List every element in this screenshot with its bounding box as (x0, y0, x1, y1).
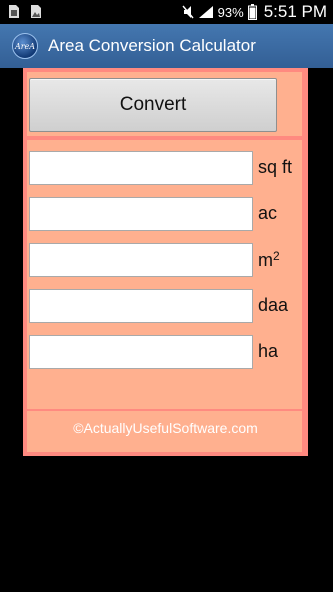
app-logo-text: AreA (14, 41, 36, 51)
convert-button-label: Convert (119, 94, 187, 115)
image-icon (31, 5, 41, 18)
mute-icon (182, 5, 194, 19)
acre-input[interactable] (29, 197, 253, 231)
decare-unit-label: daa (258, 295, 289, 315)
website-link[interactable]: ©ActuallyUsefulSoftware.com (23, 420, 308, 444)
square-meter-input[interactable] (29, 243, 253, 277)
convert-button[interactable]: Convert (29, 78, 277, 132)
sq-ft-unit-label: sq ft (258, 157, 293, 177)
decare-input[interactable] (29, 289, 253, 323)
signal-icon (198, 6, 213, 18)
square-meter-unit-label: m2 (258, 249, 280, 271)
hectare-input[interactable] (29, 335, 253, 369)
status-bar: 93% 5:51 PM (0, 0, 333, 24)
app-title: Area Conversion Calculator (48, 36, 256, 55)
hectare-unit-label: ha (258, 341, 279, 361)
action-bar: AreA Area Conversion Calculator (0, 24, 333, 68)
battery-icon (247, 4, 257, 20)
status-time: 5:51 PM (263, 2, 327, 21)
acre-unit-label: ac (258, 203, 278, 223)
sq-ft-input[interactable] (29, 151, 253, 185)
square-meter-unit-base: m (258, 250, 273, 270)
app-logo-icon[interactable]: AreA (12, 33, 38, 59)
square-meter-unit-exponent: 2 (273, 249, 280, 263)
sim-card-icon (9, 5, 19, 18)
battery-percent: 93% (217, 4, 244, 20)
